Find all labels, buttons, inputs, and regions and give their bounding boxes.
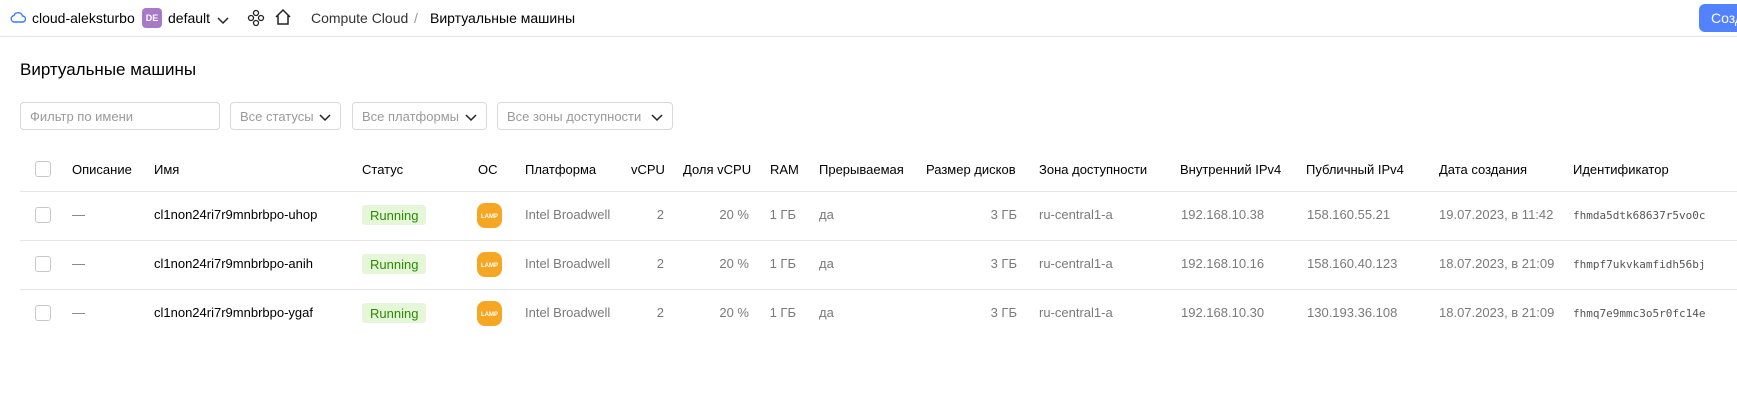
- row-vcpu: 2: [656, 305, 664, 320]
- platform-filter[interactable]: Все платформы: [352, 102, 487, 130]
- row-ram: 1 ГБ: [769, 305, 796, 320]
- column-header-zone[interactable]: Зона доступности: [1039, 162, 1147, 177]
- row-ram: 1 ГБ: [769, 256, 796, 271]
- chevron-down-icon[interactable]: [217, 13, 229, 31]
- row-created: 18.07.2023, в 21:09: [1439, 256, 1555, 271]
- row-preemptible: да: [819, 305, 834, 320]
- status-filter-label: Все статусы: [240, 108, 314, 124]
- row-description: —: [72, 256, 85, 271]
- row-disk-size: 3 ГБ: [990, 305, 1017, 320]
- row-description: —: [72, 207, 85, 222]
- column-header-internal-ip[interactable]: Внутренний IPv4: [1180, 162, 1281, 177]
- column-header-name[interactable]: Имя: [154, 162, 179, 177]
- cloud-icon: [10, 10, 27, 29]
- row-disk-size: 3 ГБ: [990, 207, 1017, 222]
- home-icon[interactable]: [274, 8, 292, 31]
- chevron-down-icon: [651, 111, 663, 126]
- row-zone: ru-central1-a: [1039, 256, 1113, 271]
- row-public-ip: 158.160.40.123: [1307, 256, 1398, 271]
- cloud-selector[interactable]: cloud-aleksturbo: [32, 0, 135, 36]
- row-platform: Intel Broadwell: [525, 256, 611, 271]
- name-filter-input[interactable]: Фильтр по имени: [20, 102, 220, 130]
- lamp-os-icon: LAMP: [477, 203, 502, 233]
- row-id: fhmda5dtk68637r5vo0c: [1573, 209, 1706, 222]
- row-name[interactable]: cl1non24ri7r9mnbrbpo-uhop: [154, 207, 317, 222]
- row-internal-ip: 192.168.10.30: [1181, 305, 1265, 320]
- row-description: —: [72, 305, 85, 320]
- row-preemptible: да: [819, 207, 834, 222]
- lamp-os-label: LAMP: [481, 312, 498, 318]
- row-platform: Intel Broadwell: [525, 305, 611, 320]
- row-created: 19.07.2023, в 11:42: [1439, 207, 1554, 222]
- row-vcpu: 2: [656, 256, 664, 271]
- status-filter[interactable]: Все статусы: [230, 102, 341, 130]
- create-button[interactable]: Созд: [1699, 4, 1737, 32]
- top-bar: cloud-aleksturbo DE default Compute Clou…: [0, 0, 1737, 37]
- column-header-public-ip[interactable]: Публичный IPv4: [1306, 162, 1404, 177]
- page-title: Виртуальные машины: [20, 60, 197, 79]
- row-ram: 1 ГБ: [769, 207, 796, 222]
- folder-selector[interactable]: default: [168, 0, 210, 36]
- column-header-id[interactable]: Идентификатор: [1573, 162, 1669, 177]
- lamp-os-label: LAMP: [481, 214, 498, 220]
- row-public-ip: 130.193.36.108: [1307, 305, 1398, 320]
- services-icon[interactable]: [247, 9, 265, 32]
- row-vcpu-share: 20 %: [719, 305, 749, 320]
- row-vcpu: 2: [656, 207, 664, 222]
- row-divider: [20, 240, 1737, 241]
- row-id: fhmq7e9mmc3o5r0fc14e: [1573, 307, 1706, 320]
- row-checkbox[interactable]: [35, 305, 51, 321]
- row-zone: ru-central1-a: [1039, 207, 1113, 222]
- row-internal-ip: 192.168.10.38: [1181, 207, 1265, 222]
- column-header-ram[interactable]: RAM: [770, 162, 799, 177]
- platform-filter-label: Все платформы: [362, 108, 459, 124]
- row-vcpu-share: 20 %: [719, 256, 749, 271]
- column-header-vcpu-share[interactable]: Доля vCPU: [683, 162, 751, 177]
- row-zone: ru-central1-a: [1039, 305, 1113, 320]
- row-preemptible: да: [819, 256, 834, 271]
- column-header-preemptible[interactable]: Прерываемая: [819, 162, 904, 177]
- row-name[interactable]: cl1non24ri7r9mnbrbpo-ygaf: [154, 305, 313, 320]
- column-header-os[interactable]: ОС: [478, 162, 498, 177]
- row-divider: [20, 289, 1737, 290]
- status-badge: Running: [362, 205, 427, 225]
- row-checkbox[interactable]: [35, 207, 51, 223]
- lamp-os-icon: LAMP: [477, 252, 502, 282]
- column-header-description[interactable]: Описание: [72, 162, 132, 177]
- row-created: 18.07.2023, в 21:09: [1439, 305, 1555, 320]
- row-disk-size: 3 ГБ: [990, 256, 1017, 271]
- folder-badge: DE: [142, 8, 162, 28]
- status-badge: Running: [362, 254, 427, 274]
- column-header-created[interactable]: Дата создания: [1439, 162, 1527, 177]
- chevron-down-icon: [465, 111, 477, 126]
- row-platform: Intel Broadwell: [525, 207, 611, 222]
- row-vcpu-share: 20 %: [719, 207, 749, 222]
- row-name[interactable]: cl1non24ri7r9mnbrbpo-anih: [154, 256, 313, 271]
- breadcrumb-current: Виртуальные машины: [430, 10, 576, 26]
- row-public-ip: 158.160.55.21: [1307, 207, 1391, 222]
- lamp-os-icon: LAMP: [477, 301, 502, 331]
- select-all-checkbox[interactable]: [35, 161, 51, 177]
- column-header-platform[interactable]: Платформа: [525, 162, 596, 177]
- breadcrumb-separator: /: [414, 10, 418, 26]
- row-internal-ip: 192.168.10.16: [1181, 256, 1265, 271]
- status-badge: Running: [362, 303, 427, 323]
- header-divider: [20, 191, 1737, 192]
- zone-filter[interactable]: Все зоны доступности: [497, 102, 673, 130]
- column-header-status[interactable]: Статус: [362, 162, 403, 177]
- column-header-disk-size[interactable]: Размер дисков: [926, 162, 1016, 177]
- chevron-down-icon: [319, 111, 331, 126]
- zone-filter-label: Все зоны доступности: [507, 108, 642, 124]
- column-header-vcpu[interactable]: vCPU: [631, 162, 665, 177]
- row-id: fhmpf7ukvkamfidh56bj: [1573, 258, 1706, 271]
- breadcrumb-service[interactable]: Compute Cloud: [311, 0, 408, 36]
- row-checkbox[interactable]: [35, 256, 51, 272]
- lamp-os-label: LAMP: [481, 263, 498, 269]
